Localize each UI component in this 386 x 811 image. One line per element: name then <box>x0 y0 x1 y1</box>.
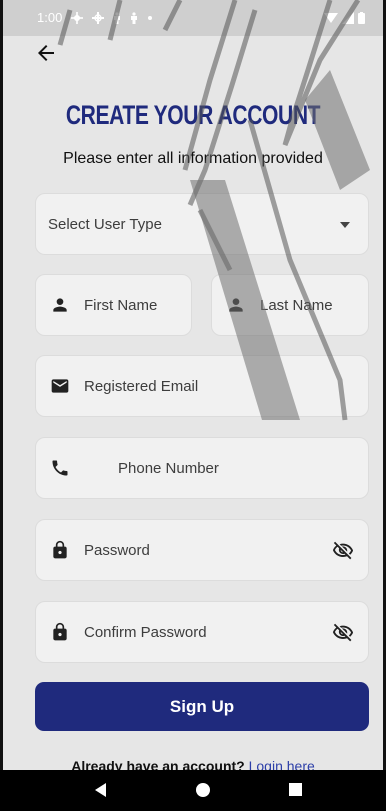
user-type-select[interactable]: Select User Type <box>35 193 369 255</box>
nav-back-icon[interactable] <box>95 783 106 797</box>
eye-off-icon[interactable] <box>332 540 354 562</box>
phone-placeholder: Phone Number <box>118 459 219 477</box>
mail-icon <box>51 379 69 393</box>
first-name-field[interactable]: First Name <box>35 274 192 336</box>
system-nav-bar <box>0 770 386 811</box>
confirm-password-field[interactable]: Confirm Password <box>35 601 369 663</box>
first-name-placeholder: First Name <box>84 296 158 314</box>
settings-icon <box>71 11 84 24</box>
status-time: 1:00 <box>37 10 63 25</box>
last-name-placeholder: Last Name <box>260 296 333 314</box>
nav-home-icon[interactable] <box>196 783 210 797</box>
wifi-icon <box>324 13 338 23</box>
last-name-field[interactable]: Last Name <box>211 274 369 336</box>
bezel-left <box>0 0 3 770</box>
status-bar: 1:00 <box>3 0 383 36</box>
phone-icon <box>52 460 68 476</box>
person-icon <box>229 298 243 312</box>
person-icon <box>53 298 67 312</box>
nav-recents-icon[interactable] <box>289 783 302 796</box>
page-subtitle: Please enter all information provided <box>63 150 323 167</box>
lock-icon <box>53 540 67 559</box>
sign-up-button[interactable]: Sign Up <box>35 682 369 731</box>
email-field[interactable]: Registered Email <box>35 355 369 417</box>
accessibility-icon <box>114 11 121 24</box>
status-right <box>324 12 365 24</box>
lock-icon <box>53 622 67 641</box>
app-screen: 1:00 CREATE YOUR ACCOUNT Please enter al… <box>0 0 386 811</box>
eye-off-icon[interactable] <box>332 622 354 644</box>
page-title: CREATE YOUR ACCOUNT <box>65 100 321 130</box>
back-arrow-icon[interactable] <box>34 41 58 65</box>
signal-icon <box>342 12 354 24</box>
status-left: 1:00 <box>37 10 153 25</box>
phone-field[interactable]: Phone Number <box>35 437 369 499</box>
dot-icon <box>148 15 153 20</box>
network-icon <box>92 11 105 24</box>
accessibility-icon-2 <box>131 11 138 24</box>
email-placeholder: Registered Email <box>84 377 199 395</box>
password-placeholder: Password <box>84 541 150 559</box>
password-field[interactable]: Password <box>35 519 369 581</box>
battery-icon <box>358 12 365 24</box>
confirm-password-placeholder: Confirm Password <box>84 623 207 641</box>
caret-down-icon <box>340 222 350 228</box>
user-type-placeholder: Select User Type <box>48 215 162 233</box>
